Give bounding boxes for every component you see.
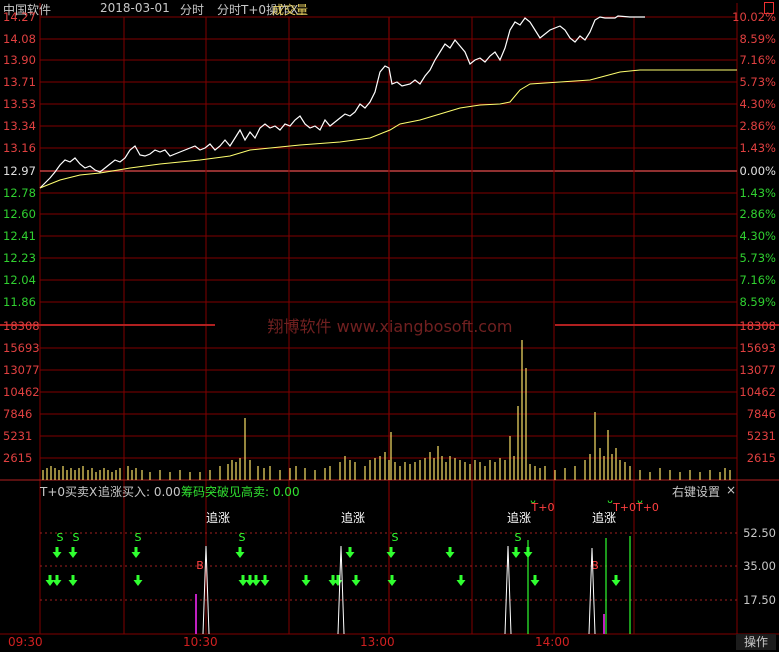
percent-tick-label: 10.02%: [732, 10, 776, 24]
price-tick-label: 12.41: [3, 229, 36, 243]
price-tick-label: 12.23: [3, 251, 36, 265]
intraday-chart[interactable]: 翔博软件 www.xiangbosoft.com追涨 追涨 追涨 追涨S S S S S ST+…: [0, 0, 779, 652]
breakout-sell-value: 筹码突破见高卖: 0.00: [181, 485, 300, 499]
price-tick-label: 12.60: [3, 207, 36, 221]
down-arrow-icon: [260, 575, 270, 586]
chart-mode: 分时: [180, 3, 205, 17]
price-tick-label: 13.34: [3, 119, 36, 133]
volume-label: 成交量: [272, 3, 309, 17]
chase-spike: [337, 545, 345, 635]
sell-s-label: S: [392, 531, 399, 544]
chase-buy-value: 追涨买入: 0.00: [98, 485, 181, 499]
down-arrow-icon: [530, 575, 540, 586]
price-tick-label: 13.71: [3, 75, 36, 89]
volume-tick-label: 18308: [3, 319, 40, 333]
sub-tick-label: 17.50: [743, 593, 776, 607]
down-arrow-icon: [68, 547, 78, 558]
down-arrow-icon: [133, 575, 143, 586]
down-arrow-icon: [52, 575, 62, 586]
volume-tick-label: 2615: [746, 451, 776, 465]
down-arrow-icon: [456, 575, 466, 586]
t0-marker: ᴗ: [637, 496, 643, 506]
down-arrow-icon: [68, 575, 78, 586]
t0-marker: ᴗ: [607, 496, 613, 506]
volume-tick-label: 7846: [3, 407, 33, 421]
volume-tick-label: 15693: [3, 341, 40, 355]
down-arrow-icon: [351, 575, 361, 586]
volume-tick-label: 7846: [746, 407, 776, 421]
operate-button[interactable]: 操作: [736, 634, 776, 650]
watermark: 翔博软件 www.xiangbosoft.com: [268, 317, 513, 336]
down-arrow-icon: [251, 575, 261, 586]
chart-date: 2018-03-01: [100, 1, 170, 15]
down-arrow-icon: [301, 575, 311, 586]
percent-tick-label: 8.59%: [739, 32, 776, 46]
percent-tick-label: 5.73%: [739, 251, 776, 265]
sell-s-label: S: [73, 531, 80, 544]
price-tick-label: 12.04: [3, 273, 36, 287]
percent-tick-label: 4.30%: [739, 97, 776, 111]
chart-header: 中国软件 2018-03-01 分时 分时T+0操作X 成交量: [0, 0, 779, 17]
volume-tick-label: 13077: [3, 363, 40, 377]
price-tick-label: 12.97: [3, 164, 36, 178]
price-tick-label: 13.53: [3, 97, 36, 111]
volume-tick-label: 18308: [739, 319, 776, 333]
percent-tick-label: 1.43%: [739, 141, 776, 155]
sell-s-label: S: [135, 531, 142, 544]
price-tick-label: 14.27: [3, 10, 36, 24]
volume-tick-label: 10462: [739, 385, 776, 399]
sub-indicator-name[interactable]: T+0买卖X: [40, 483, 97, 500]
sell-s-label: S: [239, 531, 246, 544]
chase-label: 追涨: [341, 510, 365, 525]
down-arrow-icon: [235, 547, 245, 558]
sell-s-label: S: [515, 531, 522, 544]
percent-tick-label: 5.73%: [739, 75, 776, 89]
percent-tick-label: 0.00%: [739, 164, 776, 178]
chase-label: 追涨: [507, 510, 531, 525]
percent-tick-label: 4.30%: [739, 229, 776, 243]
price-tick-label: 13.16: [3, 141, 36, 155]
percent-tick-label: 7.16%: [739, 53, 776, 67]
down-arrow-icon: [611, 575, 621, 586]
chase-label: 追涨: [206, 510, 230, 525]
t0-double-label: T+0T+0: [612, 501, 659, 514]
time-tick-label: 09:30: [8, 635, 43, 649]
sell-s-label: S: [57, 531, 64, 544]
volume-tick-label: 10462: [3, 385, 40, 399]
t0-marker: ᴗ: [530, 496, 536, 506]
percent-tick-label: 2.86%: [739, 119, 776, 133]
right-click-settings[interactable]: 右键设置: [672, 483, 720, 500]
time-tick-label: 13:00: [360, 635, 395, 649]
sub-panel-close-icon[interactable]: ×: [726, 483, 736, 497]
volume-tick-label: 13077: [739, 363, 776, 377]
volume-tick-label: 5231: [3, 429, 33, 443]
percent-tick-label: 1.43%: [739, 186, 776, 200]
price-tick-label: 12.78: [3, 186, 36, 200]
down-arrow-icon: [131, 547, 141, 558]
time-tick-label: 10:30: [183, 635, 218, 649]
down-arrow-icon: [386, 547, 396, 558]
percent-tick-label: 7.16%: [739, 273, 776, 287]
down-arrow-icon: [345, 547, 355, 558]
percent-tick-label: 8.59%: [739, 295, 776, 309]
down-arrow-icon: [333, 575, 343, 586]
price-tick-label: 14.08: [3, 32, 36, 46]
volume-tick-label: 15693: [739, 341, 776, 355]
down-arrow-icon: [445, 547, 455, 558]
percent-tick-label: 2.86%: [739, 207, 776, 221]
sub-tick-label: 52.50: [743, 526, 776, 540]
volume-tick-label: 5231: [746, 429, 776, 443]
price-tick-label: 13.90: [3, 53, 36, 67]
down-arrow-icon: [511, 547, 521, 558]
volume-tick-label: 2615: [3, 451, 33, 465]
price-tick-label: 11.86: [3, 295, 36, 309]
time-tick-label: 14:00: [535, 635, 570, 649]
buy-b-label: B: [196, 559, 204, 572]
chase-spike: [504, 545, 512, 635]
down-arrow-icon: [52, 547, 62, 558]
sub-tick-label: 35.00: [743, 559, 776, 573]
